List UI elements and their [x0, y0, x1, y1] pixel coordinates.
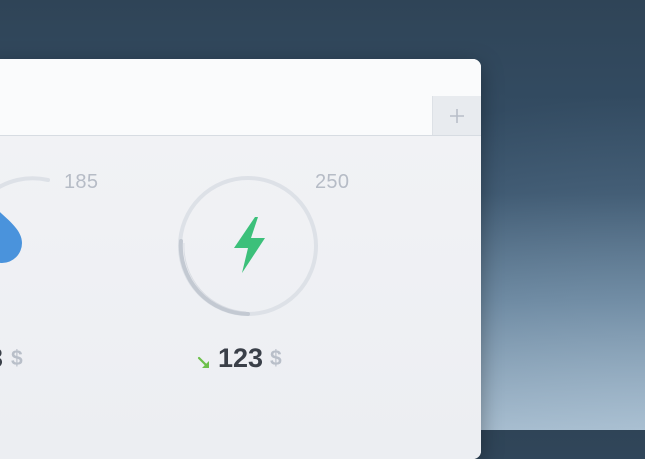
gauge-water: 185 3 $: [0, 136, 160, 373]
gauge-max-label: 185: [64, 171, 99, 193]
add-tab-button[interactable]: [432, 96, 481, 135]
gauge-max-label: 250: [315, 171, 350, 193]
gauge-value: 3: [0, 343, 3, 374]
app-window: 185 3 $ 250 123 $: [0, 59, 481, 459]
window-header: [0, 59, 481, 136]
gauge-energy: 250 123 $: [178, 136, 380, 376]
dashboard-content: 185 3 $ 250 123 $: [0, 136, 481, 459]
gauge-ring: [178, 176, 318, 316]
gauge-value: 123: [218, 343, 264, 373]
water-drop-icon: [0, 212, 22, 263]
plus-icon: [450, 108, 464, 123]
currency-symbol: $: [270, 347, 282, 370]
currency-symbol: $: [11, 347, 23, 370]
lightning-bolt-icon: [234, 217, 265, 273]
arrow-down-right-icon: [197, 356, 209, 368]
